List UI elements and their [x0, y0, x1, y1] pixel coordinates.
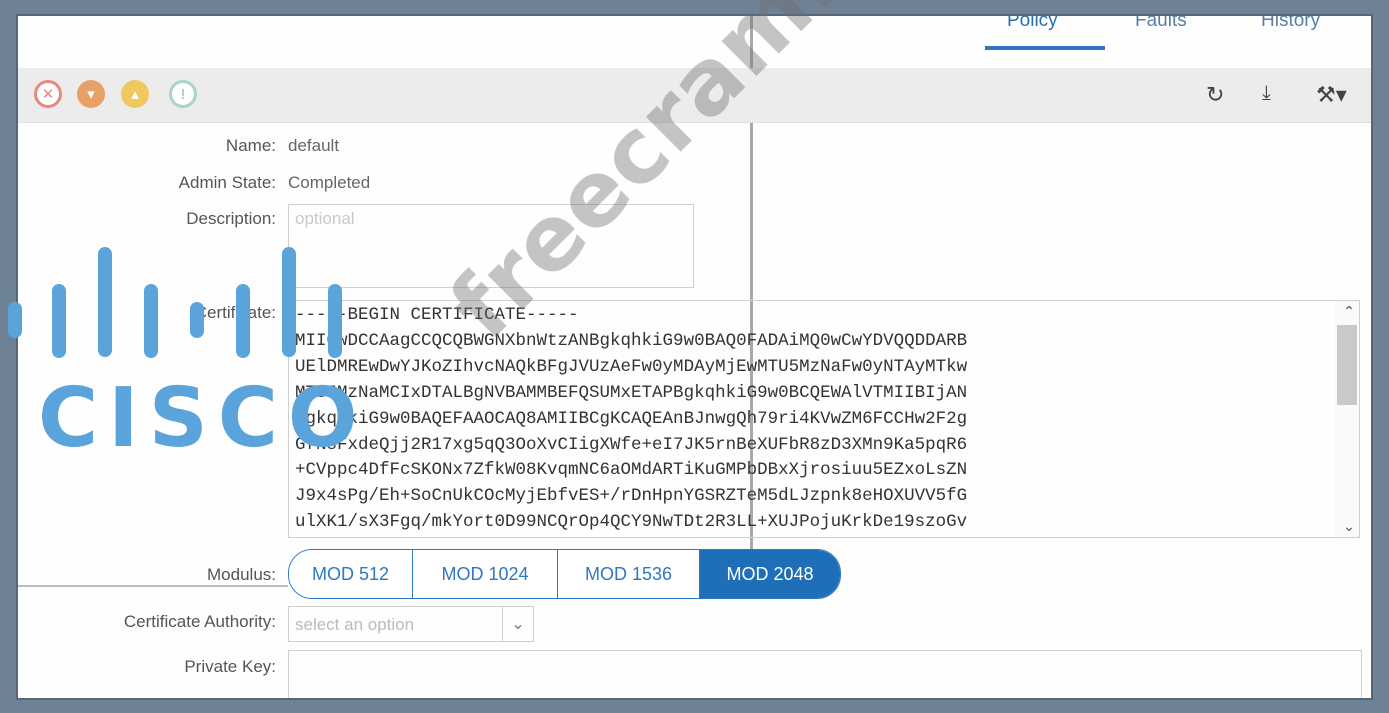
download-icon[interactable]: ⤓ [1262, 82, 1271, 105]
modulus-2048-button[interactable]: MOD 2048 [700, 550, 840, 598]
modulus-selector: MOD 512 MOD 1024 MOD 1536 MOD 2048 [288, 549, 841, 599]
admin-state-value: Completed [288, 173, 371, 192]
critical-fault-icon[interactable]: ✕ [34, 80, 62, 108]
certificate-text: -----BEGIN CERTIFICATE----- MIICwDCCAagC… [295, 305, 968, 533]
tab-faults[interactable]: Faults [1135, 16, 1187, 32]
refresh-icon[interactable]: ↻ [1206, 82, 1224, 108]
description-label: Description: [186, 209, 276, 228]
name-value: default [288, 136, 340, 155]
active-tab-indicator [985, 46, 1105, 50]
cisco-logo: CISCO [8, 247, 360, 452]
tab-history[interactable]: History [1261, 16, 1320, 32]
ca-placeholder: select an option [295, 615, 415, 634]
warning-fault-icon[interactable]: ! [169, 80, 197, 108]
private-key-field[interactable] [288, 650, 1362, 698]
ca-select[interactable]: select an option ⌄ [288, 606, 534, 642]
name-label: Name: [225, 136, 276, 155]
admin-state-label: Admin State: [178, 173, 276, 192]
tools-icon[interactable]: ⚒▾ [1316, 82, 1347, 108]
scroll-up-icon[interactable]: ⌃ [1343, 303, 1355, 320]
certificate-scrollbar[interactable]: ⌃ ⌄ [1335, 301, 1359, 537]
description-placeholder: optional [295, 209, 355, 228]
ca-label: Certificate Authority: [123, 612, 276, 631]
divider-line [18, 585, 288, 587]
private-key-label: Private Key: [184, 657, 276, 676]
cisco-logo-text: CISCO [38, 371, 360, 452]
tab-policy[interactable]: Policy [1007, 16, 1058, 32]
chevron-down-icon[interactable]: ⌄ [502, 607, 533, 641]
modulus-1024-button[interactable]: MOD 1024 [413, 550, 558, 598]
minor-fault-icon[interactable]: ▴ [121, 80, 149, 108]
major-fault-icon[interactable]: ▾ [77, 80, 105, 108]
modulus-label: Modulus: [207, 565, 276, 584]
certificate-textarea[interactable]: -----BEGIN CERTIFICATE----- MIICwDCCAagC… [288, 300, 1360, 538]
modulus-512-button[interactable]: MOD 512 [289, 550, 413, 598]
scroll-thumb[interactable] [1337, 325, 1357, 405]
scroll-down-icon[interactable]: ⌄ [1343, 518, 1355, 535]
modulus-1536-button[interactable]: MOD 1536 [558, 550, 700, 598]
